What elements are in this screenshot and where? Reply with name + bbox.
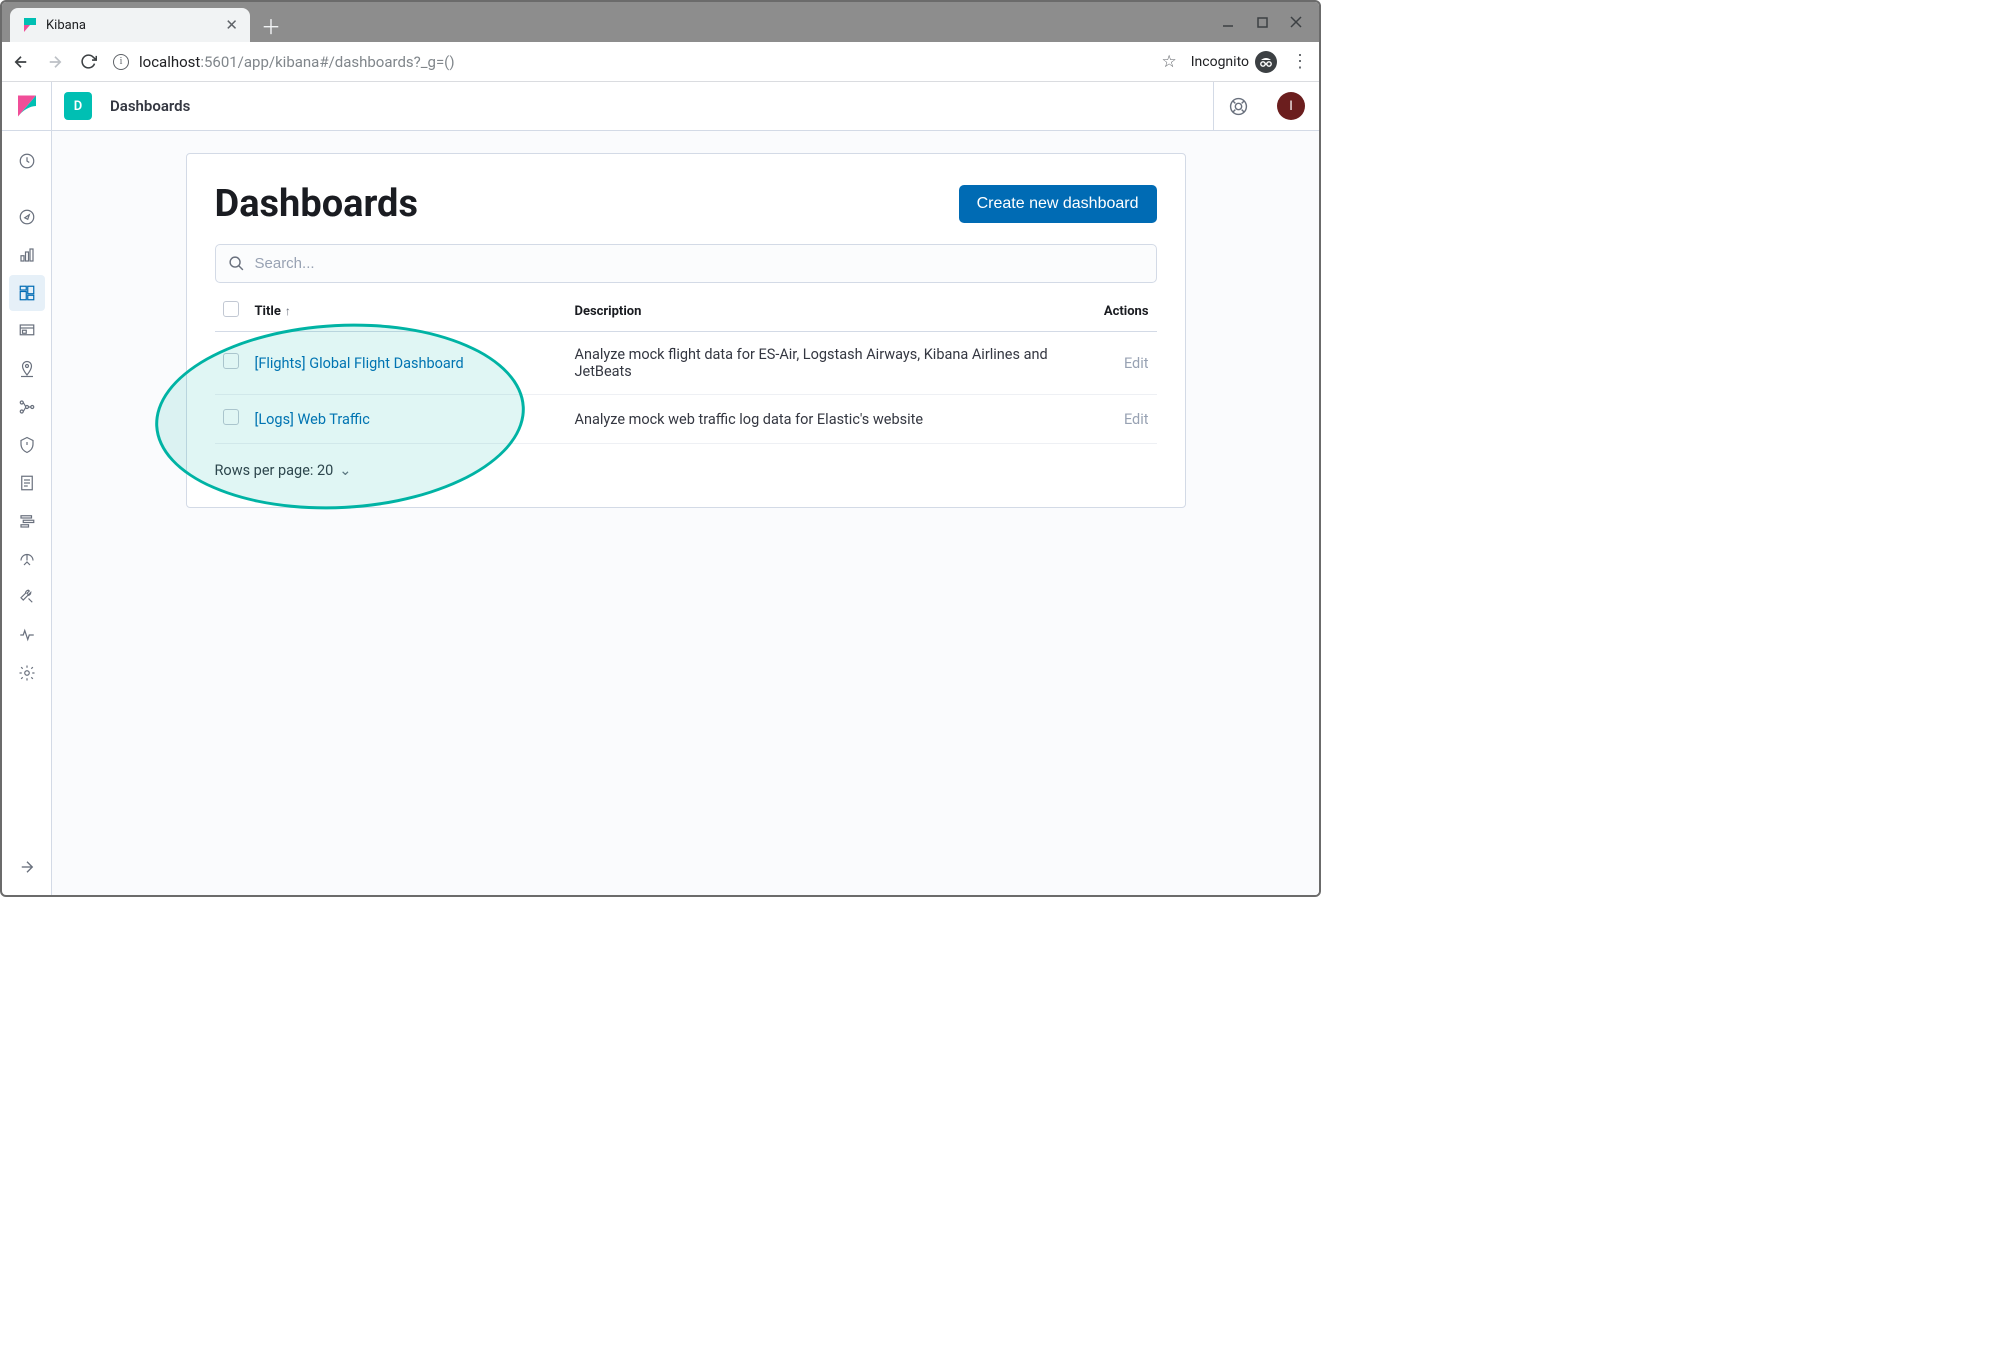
sort-asc-icon: ↑ <box>285 304 291 318</box>
browser-menu-icon[interactable]: ⋮ <box>1291 51 1309 72</box>
page-title: Dashboards <box>215 182 418 226</box>
forward-button[interactable] <box>46 53 64 71</box>
site-info-icon[interactable]: i <box>113 54 129 70</box>
dashboards-panel: Dashboards Create new dashboard Title↑ D… <box>186 153 1186 508</box>
content-area: Dashboards Create new dashboard Title↑ D… <box>52 131 1319 895</box>
search-input[interactable] <box>255 255 1144 272</box>
new-tab-button[interactable]: ＋ <box>256 10 286 40</box>
row-description: Analyze mock web traffic log data for El… <box>567 395 1096 444</box>
breadcrumb: Dashboards <box>110 97 190 115</box>
window-close-icon[interactable] <box>1289 15 1303 29</box>
address-bar: i localhost:5601/app/kibana#/dashboards?… <box>2 42 1319 82</box>
url-text: localhost:5601/app/kibana#/dashboards?_g… <box>139 53 455 71</box>
incognito-icon <box>1255 51 1277 73</box>
row-checkbox[interactable] <box>223 353 239 369</box>
chevron-down-icon: ⌄ <box>339 462 351 479</box>
address-bar-right: ☆ Incognito ⋮ <box>1161 51 1309 73</box>
management-icon[interactable] <box>9 655 45 691</box>
help-icon[interactable] <box>1213 82 1263 130</box>
reload-button[interactable] <box>80 53 97 70</box>
dashboard-link[interactable]: [Flights] Global Flight Dashboard <box>255 355 464 372</box>
edit-button[interactable]: Edit <box>1124 411 1149 428</box>
create-dashboard-button[interactable]: Create new dashboard <box>959 185 1157 223</box>
col-title[interactable]: Title↑ <box>247 287 567 332</box>
kibana-favicon <box>22 17 38 33</box>
tab-strip: Kibana ✕ ＋ <box>2 2 1319 42</box>
maps-icon[interactable] <box>9 351 45 387</box>
side-nav <box>2 131 52 895</box>
canvas-icon[interactable] <box>9 313 45 349</box>
col-description[interactable]: Description <box>567 287 1096 332</box>
window-controls <box>1221 15 1319 29</box>
rows-per-page[interactable]: Rows per page: 20 ⌄ <box>215 462 1157 479</box>
bookmark-icon[interactable]: ☆ <box>1161 52 1176 72</box>
maximize-icon[interactable] <box>1255 15 1269 29</box>
recent-icon[interactable] <box>9 143 45 179</box>
kibana-header: D Dashboards I <box>2 82 1319 131</box>
search-box[interactable] <box>215 244 1157 283</box>
logs-icon[interactable] <box>9 465 45 501</box>
ml-icon[interactable] <box>9 389 45 425</box>
visualize-icon[interactable] <box>9 237 45 273</box>
edit-button[interactable]: Edit <box>1124 355 1149 372</box>
search-icon <box>228 255 245 272</box>
tab-title: Kibana <box>46 18 217 33</box>
monitoring-icon[interactable] <box>9 617 45 653</box>
devtools-icon[interactable] <box>9 579 45 615</box>
col-actions: Actions <box>1096 287 1157 332</box>
kibana-logo[interactable] <box>2 82 52 130</box>
dashboard-icon[interactable] <box>9 275 45 311</box>
dashboard-link[interactable]: [Logs] Web Traffic <box>255 411 370 428</box>
browser-window: Kibana ✕ ＋ i localhost:5601/app/kibana#/… <box>0 0 1321 897</box>
table-row: [Logs] Web Traffic Analyze mock web traf… <box>215 395 1157 444</box>
avatar[interactable]: I <box>1277 92 1305 120</box>
app-badge[interactable]: D <box>64 92 92 120</box>
infra-icon[interactable] <box>9 427 45 463</box>
url-field[interactable]: i localhost:5601/app/kibana#/dashboards?… <box>113 53 1145 71</box>
incognito-indicator: Incognito <box>1191 51 1277 73</box>
collapse-sidebar-icon[interactable] <box>9 849 45 885</box>
minimize-icon[interactable] <box>1221 15 1235 29</box>
apm-icon[interactable] <box>9 503 45 539</box>
dashboards-table: Title↑ Description Actions [Flights] Glo… <box>215 287 1157 444</box>
close-icon[interactable]: ✕ <box>225 16 238 34</box>
back-button[interactable] <box>12 53 30 71</box>
select-all-checkbox[interactable] <box>223 301 239 317</box>
row-description: Analyze mock flight data for ES-Air, Log… <box>567 332 1096 395</box>
table-row: [Flights] Global Flight Dashboard Analyz… <box>215 332 1157 395</box>
browser-tab[interactable]: Kibana ✕ <box>10 8 250 42</box>
row-checkbox[interactable] <box>223 409 239 425</box>
discover-icon[interactable] <box>9 199 45 235</box>
uptime-icon[interactable] <box>9 541 45 577</box>
kibana-body: Dashboards Create new dashboard Title↑ D… <box>2 131 1319 895</box>
